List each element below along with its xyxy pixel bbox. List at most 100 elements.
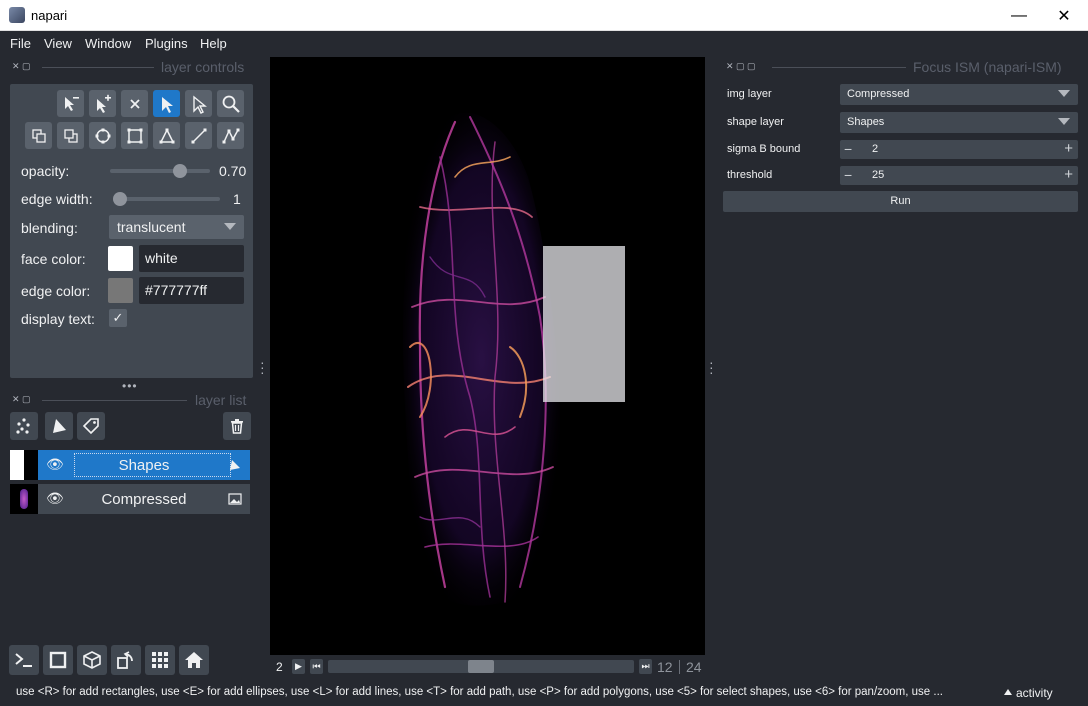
layer-name[interactable]: Compressed <box>38 491 250 508</box>
dims-slider-handle[interactable] <box>468 660 494 673</box>
sigma-value[interactable]: 2 <box>872 143 878 155</box>
dock-float-icon[interactable]: ✕ ▢ <box>12 61 31 72</box>
remove-vertex-icon <box>64 96 79 111</box>
threshold-spinbox[interactable]: − 25 + <box>840 166 1078 185</box>
blending-value: translucent <box>117 219 186 235</box>
menu-bar: File View Window Plugins Help <box>0 31 1088 55</box>
activity-button[interactable]: activity <box>1016 686 1053 700</box>
new-shapes-layer-button[interactable] <box>45 412 73 440</box>
display-text-label: display text: <box>21 311 95 327</box>
layer-name[interactable]: Shapes <box>38 457 250 474</box>
layer-item-bar[interactable]: 👁 Shapes <box>38 450 250 480</box>
dims-axis-label: 2 <box>276 660 283 674</box>
select-shape-button[interactable] <box>153 90 180 117</box>
menu-help[interactable]: Help <box>200 36 227 51</box>
console-button[interactable] <box>9 645 39 675</box>
home-button[interactable] <box>179 645 209 675</box>
panel-splitter-handle[interactable]: ••• <box>122 379 138 393</box>
transpose-button[interactable] <box>111 645 141 675</box>
delete-vertex-button[interactable] <box>57 90 84 117</box>
edge-color-field[interactable]: #777777ff <box>139 277 244 304</box>
layer-item-bar[interactable]: 👁 Compressed <box>38 484 250 514</box>
viewer-canvas[interactable] <box>270 57 705 655</box>
roll-dims-button[interactable] <box>77 645 107 675</box>
img-layer-dropdown[interactable]: Compressed <box>840 84 1078 105</box>
rotate-icon <box>117 651 133 669</box>
zoom-icon <box>222 95 240 113</box>
add-ellipse-button[interactable] <box>89 122 116 149</box>
terminal-icon <box>15 653 32 667</box>
sigma-spinbox[interactable]: − 2 + <box>840 140 1078 159</box>
move-back-button[interactable] <box>25 122 52 149</box>
decrement-icon[interactable]: − <box>844 167 852 183</box>
title-bar: napari — ✕ <box>0 0 1088 31</box>
face-color-label: face color: <box>21 251 86 267</box>
direct-select-button[interactable] <box>185 90 212 117</box>
rectangle-icon <box>127 128 142 143</box>
dock-float-icon[interactable]: ✕ ▢ <box>12 394 31 405</box>
add-vertex-button[interactable] <box>89 90 116 117</box>
shape-layer-value: Shapes <box>847 116 885 128</box>
menu-window[interactable]: Window <box>85 36 131 51</box>
step-forward-button[interactable]: ⏭ <box>639 659 652 674</box>
layer-controls-title: layer controls <box>161 59 245 75</box>
increment-icon[interactable]: + <box>1064 140 1073 157</box>
face-color-swatch[interactable] <box>108 246 133 271</box>
add-rectangle-button[interactable] <box>121 122 148 149</box>
play-button[interactable]: ▶ <box>292 659 305 674</box>
delete-shape-button[interactable] <box>121 90 148 117</box>
threshold-value[interactable]: 25 <box>872 169 884 181</box>
display-text-checkbox[interactable]: ✓ <box>109 309 127 327</box>
ndisplay-button[interactable] <box>43 645 73 675</box>
layer-row-shapes[interactable]: 👁 Shapes <box>10 450 250 480</box>
trash-icon <box>231 419 243 434</box>
tag-icon <box>82 418 99 435</box>
dims-slider-track[interactable] <box>328 660 634 673</box>
opacity-slider[interactable] <box>110 169 210 173</box>
step-back-button[interactable]: ⏮ <box>310 659 323 674</box>
delete-layer-button[interactable] <box>223 412 251 440</box>
add-line-button[interactable] <box>185 122 212 149</box>
grid-view-button[interactable] <box>145 645 175 675</box>
move-front-button[interactable] <box>57 122 84 149</box>
dock-divider <box>772 67 906 68</box>
add-polygon-button[interactable] <box>153 122 180 149</box>
left-splitter-handle[interactable]: · · · <box>260 355 265 379</box>
blending-dropdown[interactable]: translucent <box>109 215 244 239</box>
right-splitter-handle[interactable]: · · · <box>709 355 714 379</box>
grid-icon <box>152 652 168 668</box>
dims-current-frame[interactable]: 12 <box>657 659 673 675</box>
points-icon <box>16 418 30 434</box>
napari-app-icon <box>9 7 25 23</box>
ellipse-icon <box>95 128 110 143</box>
direct-select-icon <box>192 95 207 114</box>
shape-layer-dropdown[interactable]: Shapes <box>840 112 1078 133</box>
menu-file[interactable]: File <box>10 36 31 51</box>
menu-plugins[interactable]: Plugins <box>145 36 188 51</box>
pan-zoom-button[interactable] <box>217 90 244 117</box>
close-button[interactable]: ✕ <box>1041 0 1087 31</box>
menu-view[interactable]: View <box>44 36 72 51</box>
dims-total-frames: 24 <box>686 659 702 675</box>
napari-window: napari — ✕ File View Window Plugins Help… <box>0 0 1088 706</box>
polygon-icon <box>159 127 174 143</box>
add-vertex-icon <box>96 94 111 113</box>
opacity-slider-handle[interactable] <box>173 164 187 178</box>
run-button[interactable]: Run <box>723 191 1078 212</box>
shape-rectangle[interactable] <box>543 246 625 402</box>
dock-close-icon[interactable]: ✕ ▢ ▢ <box>726 61 756 72</box>
increment-icon[interactable]: + <box>1064 166 1073 183</box>
edge-width-slider-handle[interactable] <box>113 192 127 206</box>
window-title: napari <box>31 8 68 23</box>
maximize-button[interactable] <box>995 0 1041 31</box>
line-icon <box>191 128 206 143</box>
layer-row-compressed[interactable]: 👁 Compressed <box>10 484 250 514</box>
threshold-label: threshold <box>727 169 773 181</box>
edge-color-swatch[interactable] <box>108 278 133 303</box>
face-color-field[interactable]: white <box>139 245 244 272</box>
edge-width-slider[interactable] <box>118 197 220 201</box>
new-points-layer-button[interactable] <box>10 412 38 440</box>
new-labels-layer-button[interactable] <box>77 412 105 440</box>
add-path-button[interactable] <box>217 122 244 149</box>
decrement-icon[interactable]: − <box>844 141 852 157</box>
